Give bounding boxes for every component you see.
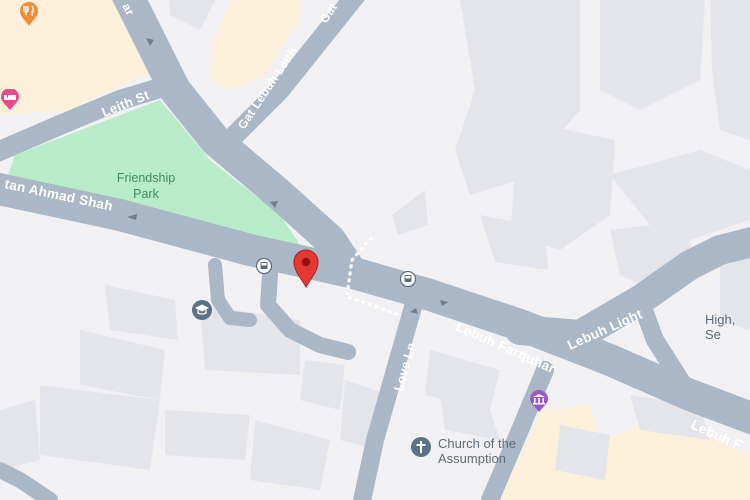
map-view[interactable]: Leith St tan Ahmad Shah Gat Lebuh Leith … — [0, 0, 750, 500]
bus-stop-icon[interactable] — [256, 258, 272, 274]
park-label[interactable]: Friendship Park — [106, 170, 186, 202]
map-canvas[interactable]: Leith St tan Ahmad Shah Gat Lebuh Leith … — [0, 0, 750, 500]
location-pin-icon[interactable] — [291, 248, 321, 288]
restaurant-icon[interactable] — [18, 1, 40, 27]
park-label-line2: Park — [133, 187, 159, 201]
museum-icon[interactable] — [528, 389, 550, 413]
school-icon[interactable] — [191, 299, 213, 321]
church-icon[interactable] — [410, 436, 432, 458]
hotel-icon[interactable] — [0, 89, 20, 111]
park-label-line1: Friendship — [116, 171, 176, 185]
church-label-line2: Assumption — [438, 451, 506, 466]
high-label-partial[interactable]: High, Se — [705, 312, 750, 342]
church-label-line1: Church of the — [438, 436, 517, 451]
bus-stop-icon-2[interactable] — [400, 271, 416, 287]
church-label[interactable]: Church of the Assumption — [438, 436, 516, 466]
